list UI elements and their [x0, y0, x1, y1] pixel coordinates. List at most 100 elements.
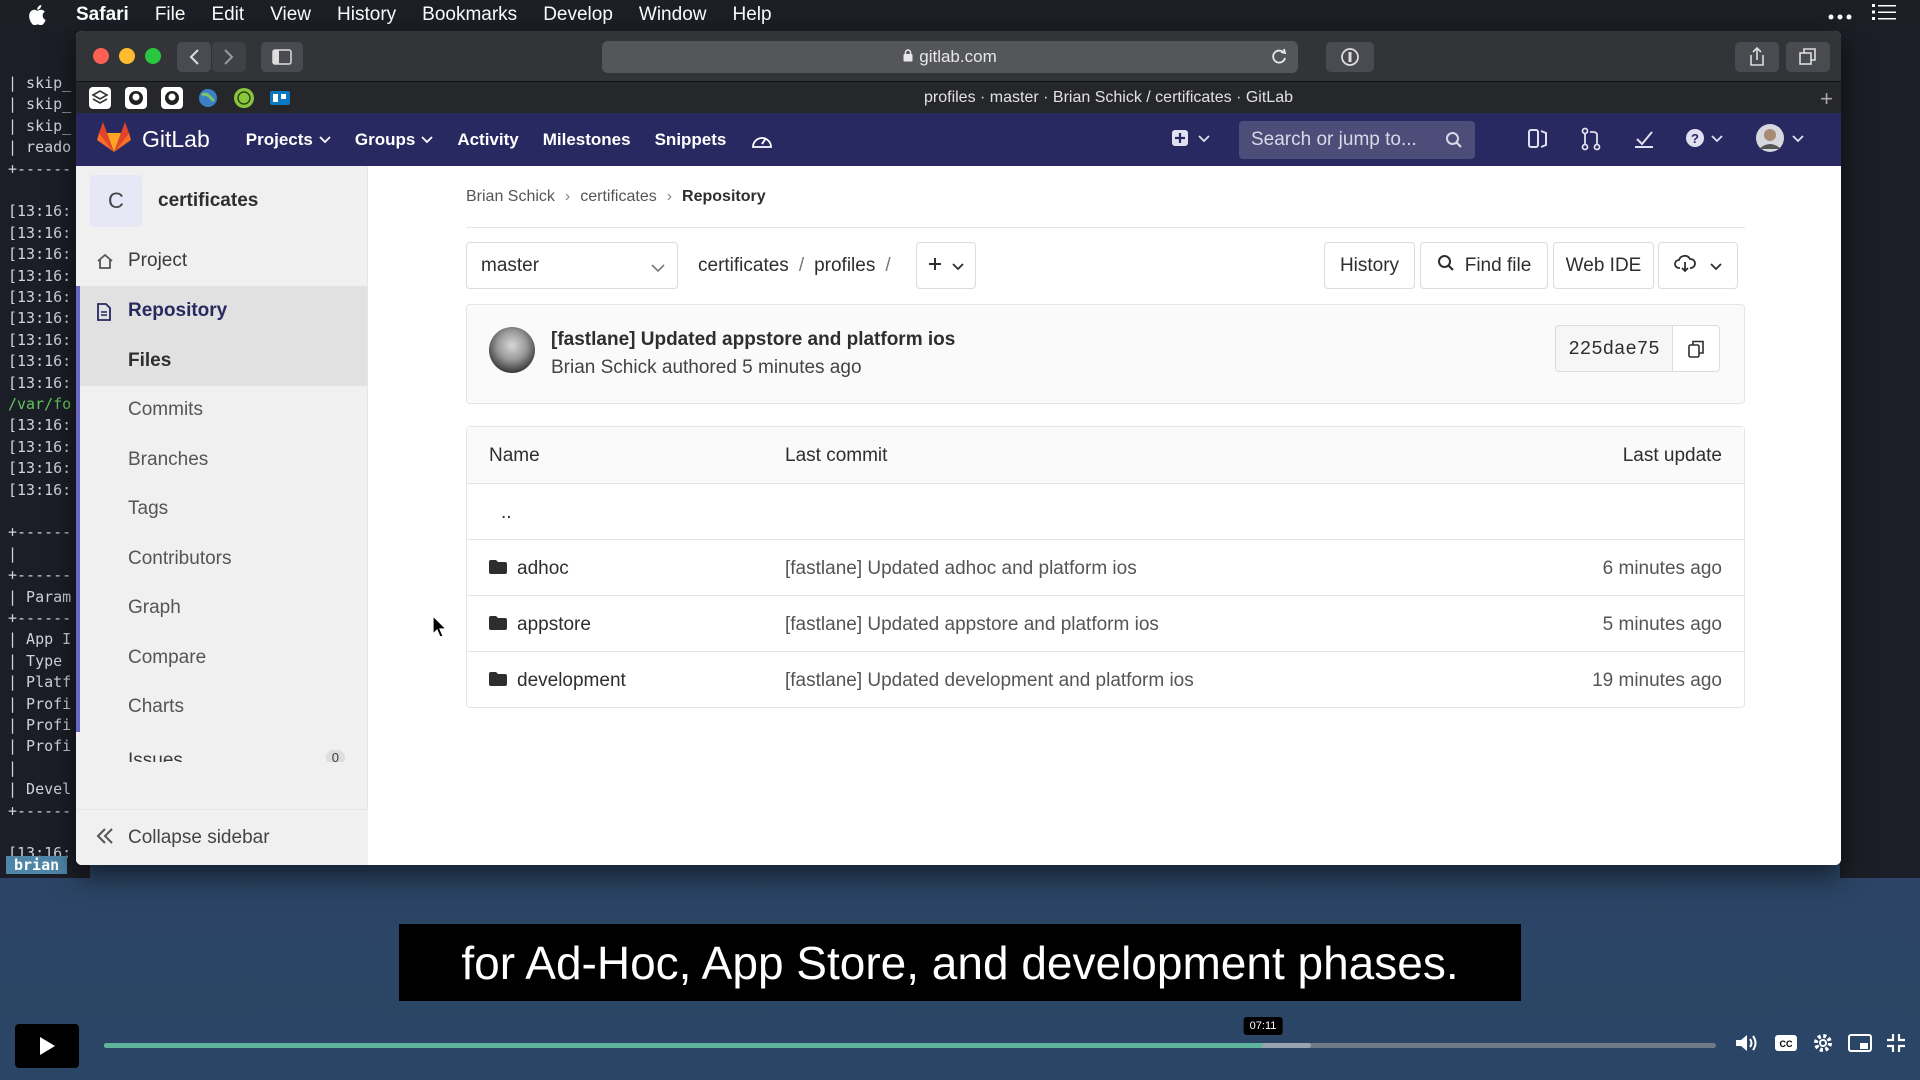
- find-file-button[interactable]: Find file: [1420, 242, 1548, 289]
- notification-list-icon[interactable]: [1872, 3, 1896, 27]
- sidebar-subitem-commits[interactable]: Commits: [76, 385, 367, 435]
- pinned-tab-icon-1[interactable]: [82, 84, 118, 112]
- commit-sha[interactable]: 225dae75: [1555, 325, 1673, 372]
- breadcrumb-project[interactable]: certificates: [580, 188, 656, 206]
- sidebar-item-project[interactable]: Project: [76, 236, 367, 286]
- title-bar: gitlab.com: [76, 31, 1841, 81]
- chevron-down-icon: [952, 255, 964, 277]
- help-icon[interactable]: ?: [1685, 127, 1727, 156]
- path-dir[interactable]: profiles: [814, 255, 875, 276]
- commit-meta: Brian Schick authored 5 minutes ago: [551, 357, 862, 378]
- active-tab-title[interactable]: profiles · master · Brian Schick / certi…: [456, 89, 1761, 107]
- history-button[interactable]: History: [1324, 242, 1415, 289]
- table-row[interactable]: appstore [fastlane] Updated appstore and…: [467, 595, 1744, 651]
- sidebar-item-issues[interactable]: Issues 0: [76, 732, 367, 762]
- menu-help[interactable]: Help: [732, 4, 771, 26]
- address-bar[interactable]: gitlab.com: [602, 41, 1298, 73]
- chevron-down-icon: [651, 257, 665, 279]
- terminal-line: [13:16:: [8, 245, 72, 264]
- reload-icon[interactable]: [1270, 48, 1288, 71]
- show-tabs-icon[interactable]: [1786, 42, 1830, 72]
- picture-in-picture-icon[interactable]: [1848, 1033, 1872, 1058]
- web-ide-button[interactable]: Web IDE: [1553, 242, 1654, 289]
- sidebar-subitem-contributors[interactable]: Contributors: [76, 534, 367, 584]
- play-button[interactable]: [15, 1024, 79, 1068]
- green-tab-icon[interactable]: [226, 84, 262, 112]
- sidebar-subitem-graph[interactable]: Graph: [76, 583, 367, 633]
- sidebar-subitem-tags[interactable]: Tags: [76, 484, 367, 534]
- svg-text:CC: CC: [1780, 1039, 1793, 1049]
- more-dots-icon[interactable]: [1828, 4, 1852, 26]
- menu-bookmarks[interactable]: Bookmarks: [422, 4, 517, 26]
- trello-tab-icon[interactable]: [262, 84, 298, 112]
- collapse-sidebar-button[interactable]: Collapse sidebar: [76, 809, 368, 865]
- file-name-cell[interactable]: development: [489, 670, 626, 692]
- zoom-window-button[interactable]: [145, 48, 161, 64]
- parent-dir-link[interactable]: ..: [501, 502, 512, 524]
- menu-view[interactable]: View: [270, 4, 311, 26]
- nav-projects[interactable]: Projects: [246, 130, 331, 150]
- share-icon[interactable]: [1735, 42, 1779, 72]
- sidebar-item-repository[interactable]: Repository: [76, 286, 367, 336]
- github-tab-icon[interactable]: [118, 84, 154, 112]
- globe-tab-icon[interactable]: [190, 84, 226, 112]
- gitlab-logo[interactable]: GitLab: [96, 121, 210, 159]
- nav-activity[interactable]: Activity: [457, 130, 518, 150]
- sidebar-subitem-compare[interactable]: Compare: [76, 633, 367, 683]
- table-row[interactable]: development [fastlane] Updated developme…: [467, 651, 1744, 707]
- copy-sha-button[interactable]: [1672, 325, 1720, 372]
- new-tab-icon[interactable]: +: [1820, 86, 1833, 112]
- commit-message-cell[interactable]: [fastlane] Updated adhoc and platform io…: [785, 558, 1137, 580]
- menu-safari[interactable]: Safari: [76, 4, 129, 26]
- new-item-plus-icon[interactable]: [1171, 127, 1213, 156]
- close-window-button[interactable]: [93, 48, 109, 64]
- settings-gear-icon[interactable]: [1812, 1032, 1834, 1059]
- sidebar-subitem-branches[interactable]: Branches: [76, 435, 367, 485]
- menu-edit[interactable]: Edit: [211, 4, 244, 26]
- github-tab-icon-2[interactable]: [154, 84, 190, 112]
- apple-icon[interactable]: [24, 2, 50, 28]
- download-dropdown-button[interactable]: [1658, 242, 1738, 289]
- chevron-down-icon: [319, 135, 331, 143]
- merge-requests-icon[interactable]: [1580, 127, 1602, 156]
- nav-groups[interactable]: Groups: [355, 130, 433, 150]
- issues-icon[interactable]: [1527, 127, 1549, 156]
- volume-icon[interactable]: [1734, 1032, 1760, 1059]
- forward-button[interactable]: [212, 42, 246, 72]
- search-placeholder: Search or jump to...: [1251, 129, 1417, 150]
- file-name-cell[interactable]: adhoc: [489, 558, 569, 580]
- user-avatar-menu[interactable]: [1755, 123, 1807, 160]
- file-name-cell[interactable]: appstore: [489, 614, 591, 636]
- closed-captions-icon[interactable]: CC: [1774, 1034, 1798, 1057]
- commit-message-cell[interactable]: [fastlane] Updated appstore and platform…: [785, 614, 1159, 636]
- breadcrumb-owner[interactable]: Brian Schick: [466, 188, 555, 206]
- minimize-window-button[interactable]: [119, 48, 135, 64]
- nav-snippets[interactable]: Snippets: [655, 130, 727, 150]
- admin-dashboard-icon[interactable]: [750, 129, 774, 151]
- back-button[interactable]: [177, 42, 211, 72]
- sidebar-subitem-charts[interactable]: Charts: [76, 682, 367, 732]
- sidebar-project-header[interactable]: C certificates: [76, 166, 367, 236]
- table-row-parent-dir[interactable]: ..: [467, 483, 1744, 539]
- commit-message-cell[interactable]: [fastlane] Updated development and platf…: [785, 670, 1194, 692]
- menu-window[interactable]: Window: [639, 4, 707, 26]
- table-row[interactable]: adhoc [fastlane] Updated adhoc and platf…: [467, 539, 1744, 595]
- menu-file[interactable]: File: [155, 4, 186, 26]
- search-input[interactable]: Search or jump to...: [1239, 121, 1475, 159]
- exit-fullscreen-icon[interactable]: [1886, 1033, 1906, 1058]
- nav-milestones[interactable]: Milestones: [543, 130, 631, 150]
- commit-title[interactable]: [fastlane] Updated appstore and platform…: [551, 329, 955, 351]
- path-root[interactable]: certificates: [698, 255, 789, 276]
- progress-bar[interactable]: 07:11: [104, 1017, 1716, 1048]
- sidebar-subitem-files[interactable]: Files: [76, 336, 367, 386]
- menu-develop[interactable]: Develop: [543, 4, 613, 26]
- breadcrumb-current[interactable]: Repository: [682, 188, 766, 206]
- home-icon: [96, 253, 114, 275]
- add-to-tree-button[interactable]: [916, 242, 976, 289]
- password-extension-icon[interactable]: [1326, 42, 1374, 72]
- menu-history[interactable]: History: [337, 4, 396, 26]
- branch-selector[interactable]: master: [466, 242, 678, 289]
- commit-author-avatar[interactable]: [489, 327, 535, 373]
- todos-icon[interactable]: [1633, 127, 1655, 156]
- sidebar-toggle-icon[interactable]: [261, 42, 303, 72]
